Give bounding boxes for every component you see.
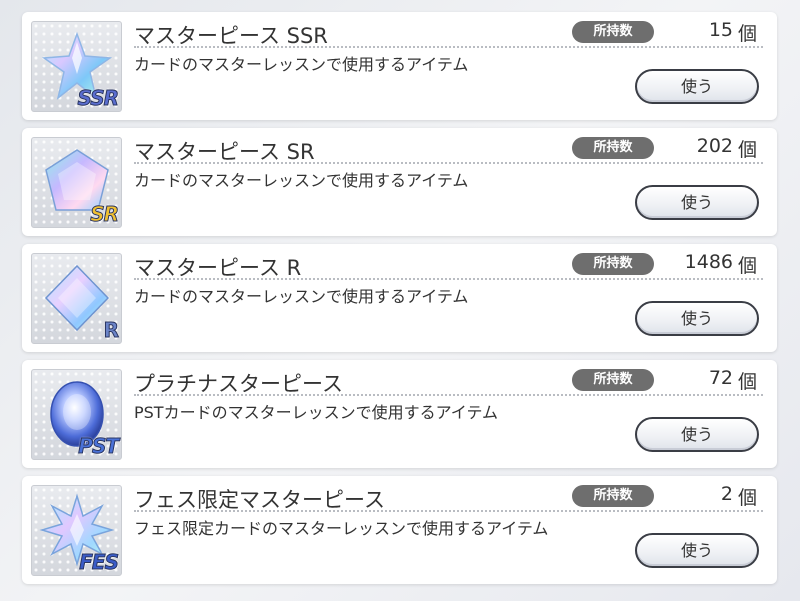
count-unit: 個 (737, 371, 757, 393)
item-thumbnail: PST (31, 369, 122, 460)
rarity-badge: SSR (77, 86, 119, 111)
item-thumbnail: SSR (31, 21, 122, 112)
owned-count: 202 (696, 135, 733, 157)
rarity-badge: FES (79, 550, 120, 575)
item-card: SR マスターピース SR 所持数 202 個 カードのマスターレッスンで使用す… (22, 128, 777, 236)
rarity-badge: R (103, 318, 119, 343)
owned-count-label: 所持数 (572, 369, 654, 391)
use-button[interactable]: 使う (635, 185, 759, 220)
item-card: FES フェス限定マスターピース 所持数 2 個 フェス限定カードのマスターレッ… (22, 476, 777, 584)
divider (134, 394, 763, 396)
item-description: カードのマスターレッスンで使用するアイテム (134, 55, 469, 74)
owned-count: 15 (708, 19, 733, 41)
rarity-badge: PST (78, 434, 120, 459)
owned-count: 2 (720, 483, 733, 505)
divider (134, 510, 763, 512)
item-description: フェス限定カードのマスターレッスンで使用するアイテム (134, 519, 549, 538)
item-card: R マスターピース R 所持数 1486 個 カードのマスターレッスンで使用する… (22, 244, 777, 352)
owned-count: 72 (708, 367, 733, 389)
count-unit: 個 (737, 23, 757, 45)
owned-count-label: 所持数 (572, 253, 654, 275)
count-unit: 個 (737, 139, 757, 161)
divider (134, 46, 763, 48)
count-unit: 個 (737, 487, 757, 509)
divider (134, 278, 763, 280)
owned-count-label: 所持数 (572, 137, 654, 159)
use-button[interactable]: 使う (635, 417, 759, 452)
item-thumbnail: FES (31, 485, 122, 576)
use-button[interactable]: 使う (635, 533, 759, 568)
item-description: カードのマスターレッスンで使用するアイテム (134, 171, 469, 190)
item-thumbnail: R (31, 253, 122, 344)
rarity-badge: SR (90, 202, 120, 227)
use-button[interactable]: 使う (635, 69, 759, 104)
item-thumbnail: SR (31, 137, 122, 228)
count-unit: 個 (737, 255, 757, 277)
owned-count-label: 所持数 (572, 21, 654, 43)
divider (134, 162, 763, 164)
item-card: PST プラチナスターピース 所持数 72 個 PSTカードのマスターレッスンで… (22, 360, 777, 468)
item-description: カードのマスターレッスンで使用するアイテム (134, 287, 469, 306)
owned-count: 1486 (684, 251, 733, 273)
use-button[interactable]: 使う (635, 301, 759, 336)
item-description: PSTカードのマスターレッスンで使用するアイテム (134, 403, 498, 422)
item-card: SSR マスターピース SSR 所持数 15 個 カードのマスターレッスンで使用… (22, 12, 777, 120)
owned-count-label: 所持数 (572, 485, 654, 507)
